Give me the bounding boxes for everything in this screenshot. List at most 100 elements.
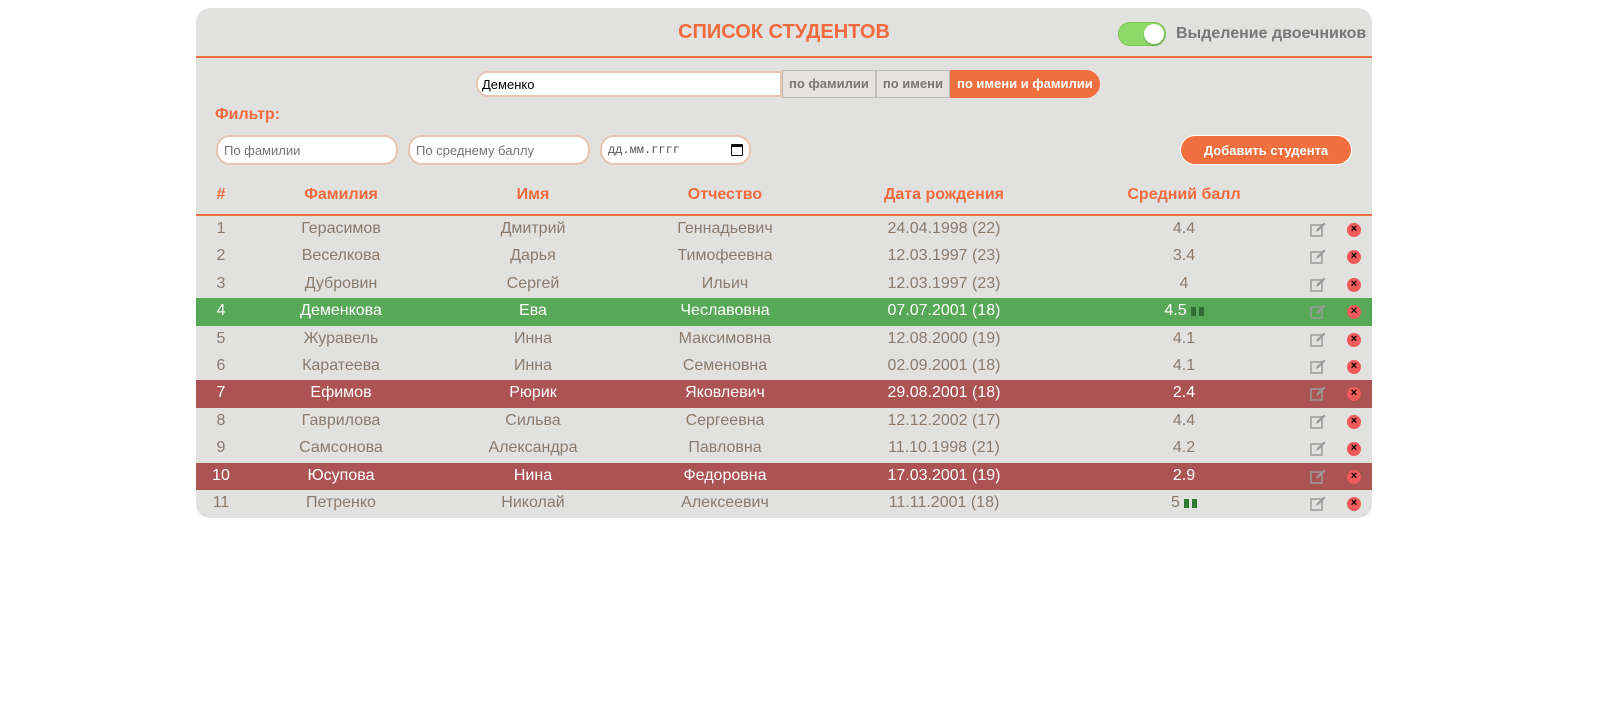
header: СПИСОК СТУДЕНТОВ Выделение двоечников (196, 8, 1372, 58)
filter-lastname-input[interactable] (216, 135, 398, 165)
edit-icon[interactable] (1310, 469, 1326, 484)
col-average[interactable]: Средний балл (1096, 186, 1272, 204)
search-mode-lastname[interactable]: по фамилии (782, 70, 876, 98)
table-row[interactable]: 9 Самсонова Александра Павловна 11.10.1998 (… (196, 435, 1372, 462)
delete-icon[interactable]: × (1347, 387, 1361, 402)
row-birthdate: 24.04.1998 (22) (887, 220, 1001, 237)
row-firstname: Рюрик (509, 384, 557, 402)
row-average: 4 (1134, 275, 1234, 293)
row-firstname: Сильва (505, 411, 561, 429)
average-value: 4.1 (1172, 329, 1196, 347)
delete-icon[interactable]: × (1347, 442, 1361, 457)
row-average: 2.9 (1134, 467, 1234, 485)
delete-icon[interactable]: × (1347, 469, 1361, 484)
search-mode-fullname[interactable]: по имени и фамилии (949, 70, 1100, 98)
table-row[interactable]: 4 Деменкова Ева Чеславовна 07.07.2001 (18) 4.… (196, 298, 1372, 326)
row-middlename: Семеновна (682, 356, 768, 374)
date-placeholder: дд.мм.гггг (608, 143, 681, 157)
edit-icon[interactable] (1310, 414, 1326, 429)
row-firstname: Нина (513, 466, 553, 484)
delete-icon[interactable]: × (1347, 277, 1361, 292)
col-middlename[interactable]: Отчество (650, 186, 800, 204)
row-lastname: Каратеева (302, 356, 380, 374)
delete-icon[interactable]: × (1347, 414, 1361, 429)
search-input[interactable] (476, 71, 782, 97)
delete-icon[interactable]: × (1347, 223, 1361, 237)
row-middlename: Геннадьевич (677, 220, 773, 237)
table-row[interactable]: 10 Юсупова Нина Федоровна 17.03.2001 (19) 2.9… (196, 462, 1372, 490)
row-middlename: Тимофеевна (677, 247, 773, 265)
edit-icon[interactable] (1310, 304, 1326, 319)
table-row[interactable]: 7 Ефимов Рюрик Яковлевич 29.08.2001 (18) 2.4 × (196, 380, 1372, 408)
row-birthdate: 29.08.2001 (18) (887, 384, 1001, 402)
row-lastname: Гаврилова (301, 411, 381, 429)
average-value: 4.2 (1172, 439, 1196, 457)
edit-icon[interactable] (1310, 249, 1326, 265)
edit-icon[interactable] (1310, 496, 1326, 511)
row-lastname: Самсонова (299, 439, 383, 457)
average-value: 5 (1171, 493, 1180, 511)
table-row[interactable]: 6 Каратеева Инна Семеновна 02.09.2001 (18) 4.… (196, 353, 1372, 380)
row-birthdate: 02.09.2001 (18) (887, 356, 1001, 374)
row-firstname: Ева (519, 302, 547, 320)
row-birthdate: 07.07.2001 (18) (887, 302, 1001, 320)
row-average: 2.4 (1134, 384, 1234, 402)
row-birthdate: 11.11.2001 (18) (888, 493, 1000, 511)
col-number: # (216, 186, 226, 203)
edit-icon[interactable] (1310, 222, 1326, 237)
row-number: 5 (216, 329, 226, 347)
delete-icon[interactable]: × (1347, 496, 1361, 511)
row-average: 4.1 (1134, 330, 1234, 348)
failing-highlight-toggle[interactable] (1118, 22, 1166, 46)
average-value: 4 (1179, 274, 1189, 292)
row-middlename: Сергеевна (685, 411, 765, 429)
average-value: 2.9 (1172, 466, 1196, 484)
row-middlename: Яковлевич (685, 384, 765, 402)
row-lastname: Журавель (303, 329, 379, 347)
col-birthdate[interactable]: Дата рождения (844, 186, 1044, 204)
average-value: 4.4 (1172, 220, 1196, 237)
edit-icon[interactable] (1310, 359, 1326, 374)
row-lastname: Ефимов (310, 384, 372, 402)
toggle-label: Выделение двоечников (1176, 25, 1367, 42)
edit-icon[interactable] (1310, 332, 1326, 347)
delete-icon[interactable]: × (1347, 305, 1361, 320)
row-average: 4.4 (1134, 220, 1234, 238)
col-firstname[interactable]: Имя (458, 186, 608, 204)
filters: дд.мм.гггг (216, 135, 751, 165)
failing-highlight-toggle-group: Выделение двоечников (1118, 22, 1366, 46)
row-number: 10 (212, 466, 230, 484)
row-number: 8 (216, 411, 226, 429)
edit-icon[interactable] (1310, 386, 1326, 402)
row-lastname: Юсупова (307, 466, 375, 484)
delete-icon[interactable]: × (1347, 359, 1361, 374)
filter-date-input[interactable]: дд.мм.гггг (600, 135, 751, 165)
table-row[interactable]: 11 Петренко Николай Алексеевич 11.11.2001 (1… (196, 490, 1372, 517)
add-student-button[interactable]: Добавить студента (1180, 135, 1352, 165)
delete-icon[interactable]: × (1347, 332, 1361, 347)
row-number: 2 (216, 247, 226, 265)
table-row[interactable]: 8 Гаврилова Сильва Сергеевна 12.12.2002 (17)… (196, 408, 1372, 435)
row-lastname: Герасимов (301, 220, 381, 237)
filter-avg-input[interactable] (408, 135, 590, 165)
row-number: 7 (216, 384, 226, 402)
edit-icon[interactable] (1310, 441, 1326, 456)
row-number: 11 (212, 493, 230, 511)
search-mode-firstname[interactable]: по имени (875, 70, 950, 98)
table-row[interactable]: 2 Веселкова Дарья Тимофеевна 12.03.1997 (23)… (196, 243, 1372, 270)
row-average: 4.4 (1134, 412, 1234, 430)
delete-icon[interactable]: × (1347, 250, 1361, 265)
row-number: 3 (216, 274, 226, 292)
row-number: 9 (216, 439, 226, 457)
row-number: 6 (216, 356, 226, 374)
average-value: 3.4 (1172, 247, 1196, 265)
table-row[interactable]: 5 Журавель Инна Максимовна 12.08.2000 (19) 4.… (196, 326, 1372, 353)
col-lastname[interactable]: Фамилия (266, 186, 416, 204)
row-birthdate: 11.10.1998 (21) (888, 439, 1000, 457)
table-row[interactable]: 1 Герасимов Дмитрий Геннадьевич 24.04.1998 (… (196, 216, 1372, 243)
row-middlename: Павловна (688, 439, 762, 457)
table-row[interactable]: 3 Дубровин Сергей Ильич 12.03.1997 (23) 4 × (196, 271, 1372, 298)
calendar-icon[interactable] (731, 144, 743, 156)
edit-icon[interactable] (1310, 277, 1326, 292)
row-average: 5 (1134, 494, 1234, 512)
